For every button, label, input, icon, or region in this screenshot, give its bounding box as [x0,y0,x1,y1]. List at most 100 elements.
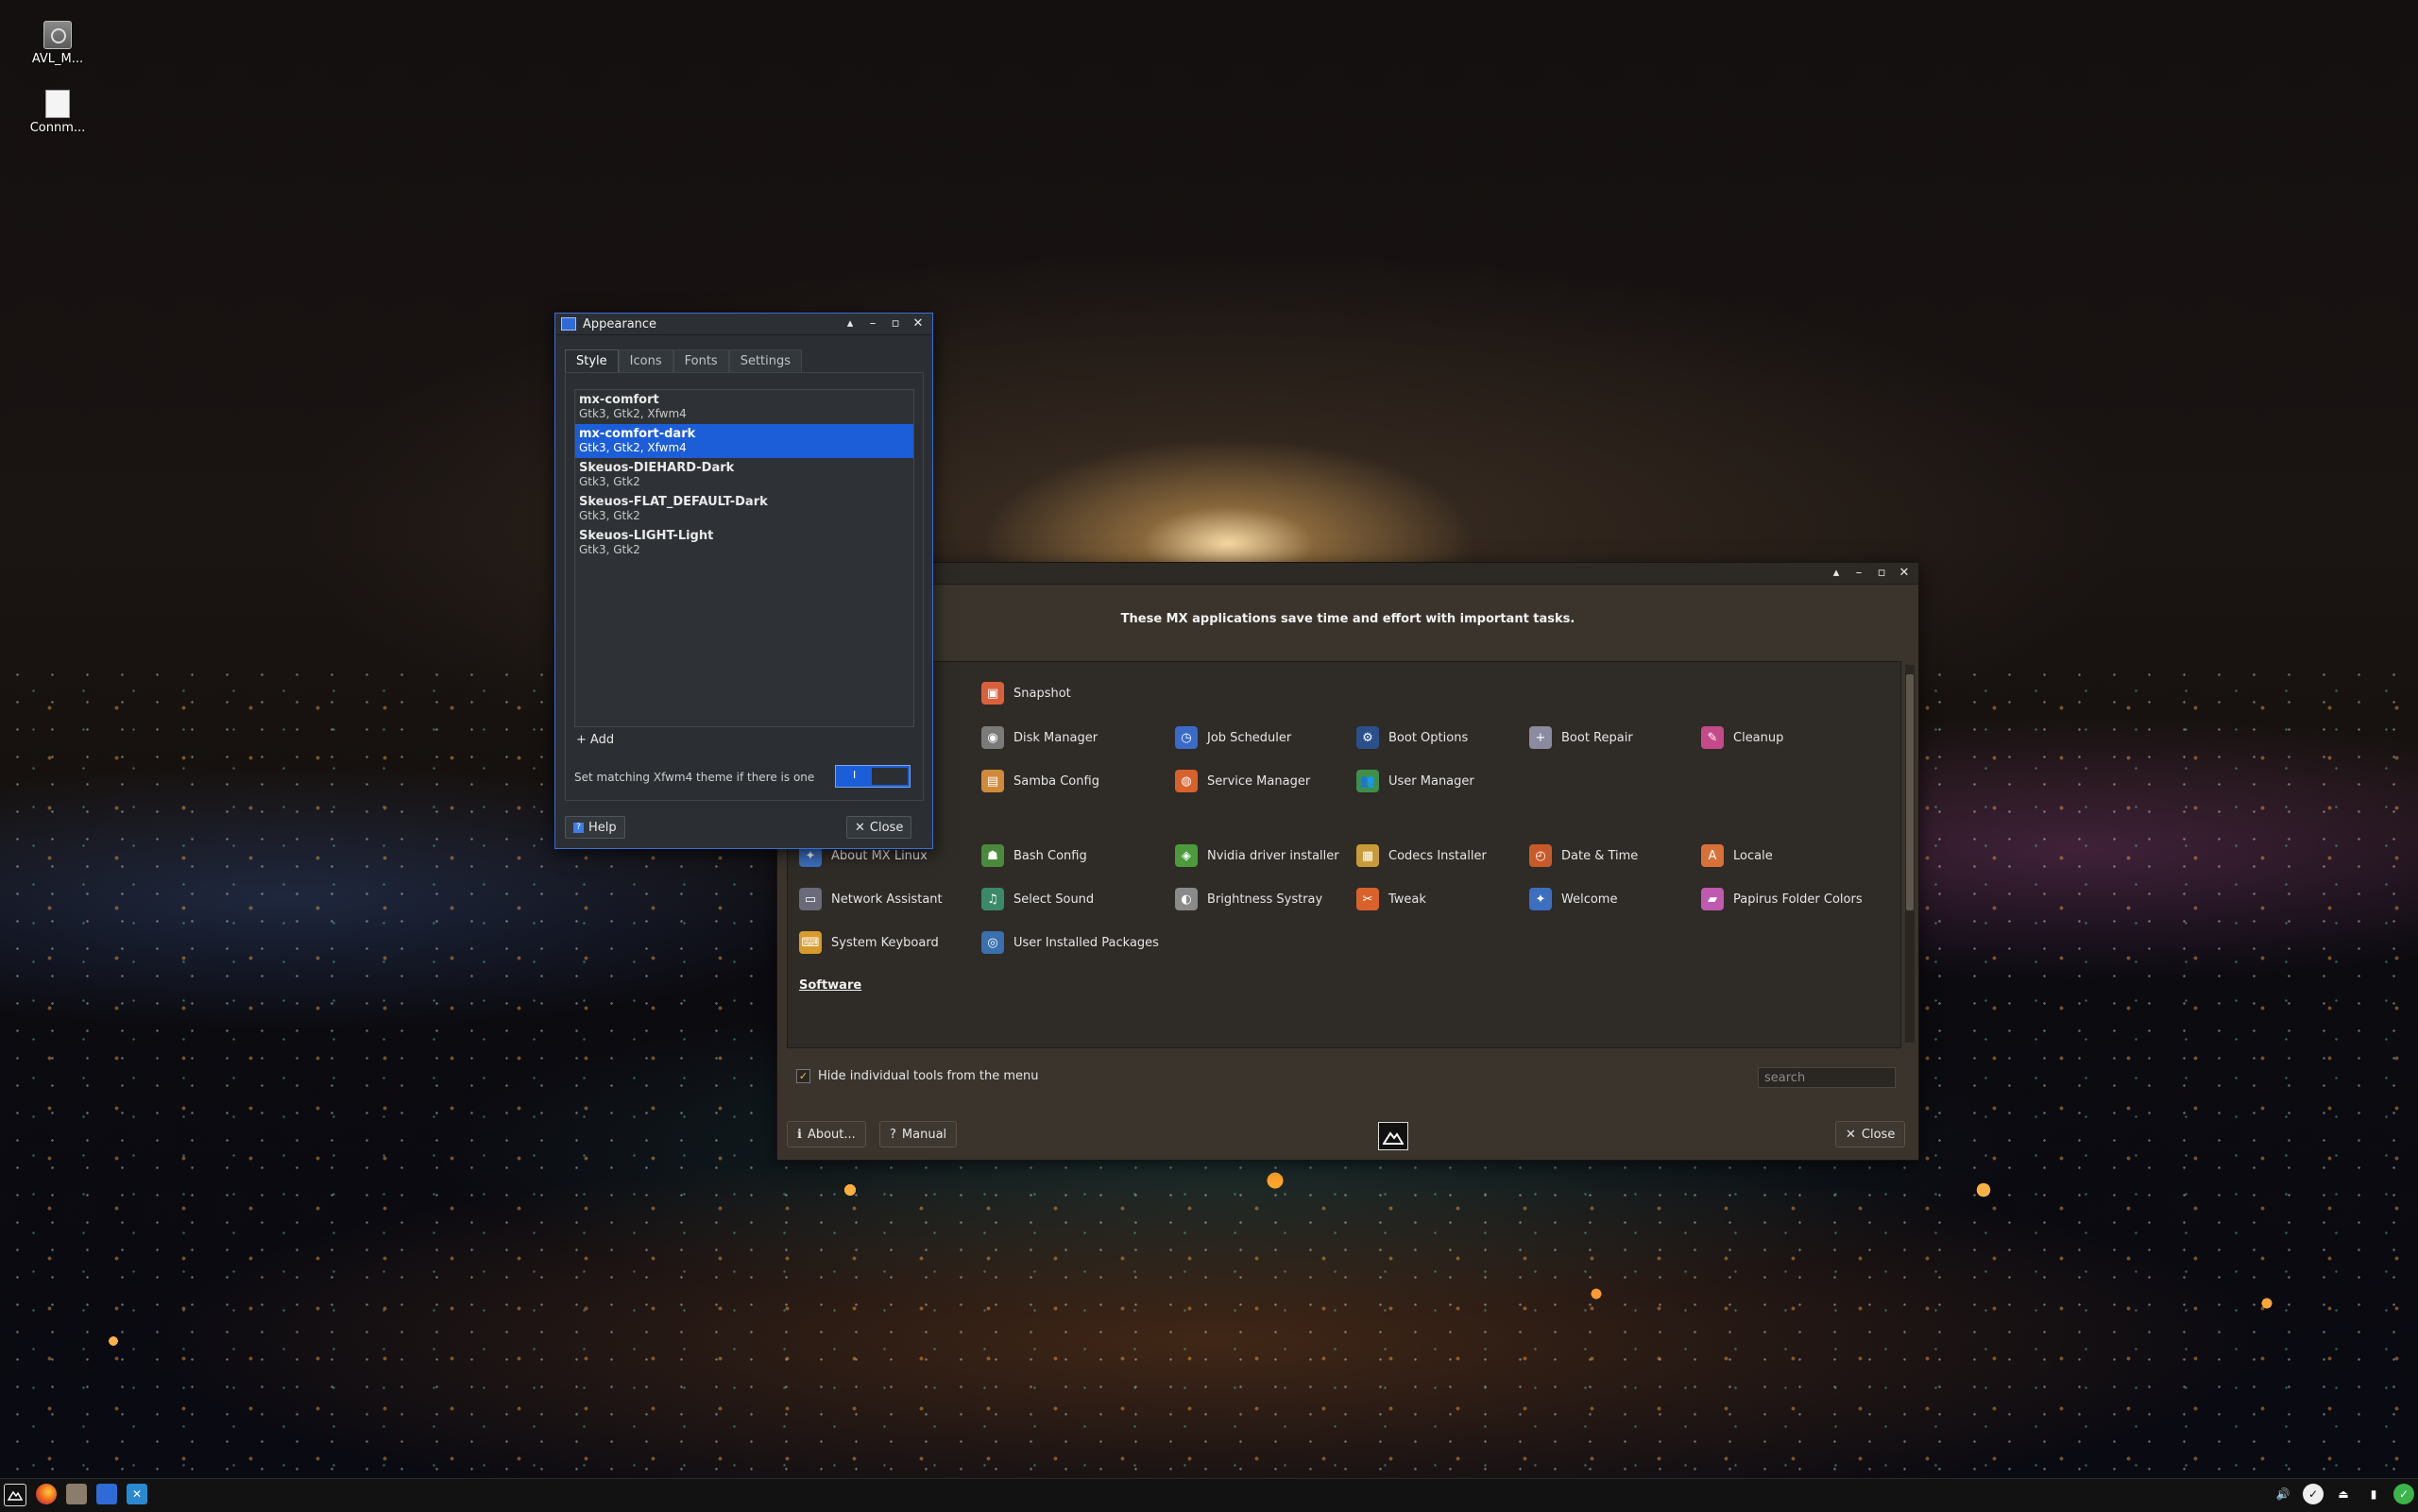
job-scheduler-icon: ◷ [1175,726,1198,749]
appearance-window: Appearance ▴ – ▫ ✕ Style Icons Fonts Set… [554,313,933,849]
nvidia-driver-installer-icon: ◈ [1175,844,1198,867]
mx-tools-task-icon[interactable]: ✕ [127,1484,147,1504]
question-icon: ? [890,1127,896,1142]
bash-config-icon: ☗ [981,844,1004,867]
mx-tools-titlebar[interactable]: ▴ – ▫ ✕ [777,563,1918,585]
tool-item-label: Samba Config [1013,773,1099,789]
search-input[interactable]: search [1758,1067,1896,1088]
tool-item-disk-manager[interactable]: ◉ Disk Manager [981,725,1098,750]
tool-item-label: Date & Time [1561,848,1639,863]
tool-item-label: Boot Options [1388,730,1469,745]
hide-tools-checkbox[interactable]: ✓ [796,1069,810,1083]
tool-item-boot-repair[interactable]: + Boot Repair [1529,725,1633,750]
add-theme-button[interactable]: + Add [576,733,614,747]
file-manager-icon[interactable] [66,1484,87,1504]
tool-item-system-keyboard[interactable]: ⌨ System Keyboard [799,930,939,955]
network-icon[interactable]: ✓ [2393,1484,2414,1504]
appearance-close-button[interactable]: ✕ Close [846,816,912,839]
boot-repair-icon: + [1529,726,1552,749]
firefox-icon[interactable] [36,1484,57,1504]
tool-item-label: Snapshot [1013,686,1071,701]
theme-item-skeuos-flat-default-dark[interactable]: Skeuos-FLAT_DEFAULT-Dark Gtk3, Gtk2 [575,492,913,526]
about-button[interactable]: ℹ About... [787,1121,866,1147]
mx-tools-window: ▴ – ▫ ✕ These MX applications save time … [776,562,1919,1161]
volume-icon[interactable]: 🔊 [2273,1484,2293,1504]
hide-tools-label: Hide individual tools from the menu [818,1069,1039,1083]
tool-item-label: Locale [1733,848,1773,863]
brightness-systray-icon: ◐ [1175,888,1198,910]
info-icon: ℹ [797,1127,802,1142]
minimize-icon[interactable]: – [864,315,881,332]
maximize-icon[interactable]: ▫ [887,315,904,332]
theme-item-skeuos-diehard-dark[interactable]: Skeuos-DIEHARD-Dark Gtk3, Gtk2 [575,458,913,492]
desktop-icon-label: AVL_M... [31,52,84,66]
tool-item-label: Tweak [1388,892,1426,907]
hide-tools-row[interactable]: ✓ Hide individual tools from the menu [796,1069,1039,1083]
tool-item-select-sound[interactable]: ♫ Select Sound [981,887,1094,911]
papirus-folder-colors-icon: ▰ [1701,888,1724,910]
service-manager-icon: ◍ [1175,770,1198,792]
tool-item-cleanup[interactable]: ✎ Cleanup [1701,725,1783,750]
tool-item-service-manager[interactable]: ◍ Service Manager [1175,769,1310,793]
tool-item-samba-config[interactable]: ▤ Samba Config [981,769,1099,793]
cleanup-icon: ✎ [1701,726,1724,749]
help-icon: ? [573,822,584,833]
tab-style[interactable]: Style [565,349,619,373]
updater-icon[interactable]: ✓ [2303,1484,2324,1504]
help-button[interactable]: ? Help [565,816,625,839]
tool-item-locale[interactable]: A Locale [1701,843,1773,868]
shade-icon[interactable]: ▴ [1828,565,1845,582]
taskbar: ✕ 🔊 ✓ ⏏ ▮ ✓ [0,1478,2418,1512]
tab-icons[interactable]: Icons [618,349,673,373]
tool-item-job-scheduler[interactable]: ◷ Job Scheduler [1175,725,1291,750]
tool-item-brightness-systray[interactable]: ◐ Brightness Systray [1175,887,1322,911]
maximize-icon[interactable]: ▫ [1873,565,1890,582]
theme-item-skeuos-light-light[interactable]: Skeuos-LIGHT-Light Gtk3, Gtk2 [575,526,913,560]
tool-item-user-manager[interactable]: 👥 User Manager [1356,769,1474,793]
system-keyboard-icon: ⌨ [799,931,822,954]
toggle-on-mark: I [853,769,857,781]
tab-settings[interactable]: Settings [728,349,803,373]
tool-item-snapshot[interactable]: ▣ Snapshot [981,681,1071,705]
tool-item-user-installed-packages[interactable]: ◎ User Installed Packages [981,930,1159,955]
desktop-icon-avl[interactable]: AVL_M... [25,21,91,66]
eject-icon[interactable]: ⏏ [2333,1484,2354,1504]
tool-item-bash-config[interactable]: ☗ Bash Config [981,843,1087,868]
tool-item-tweak[interactable]: ✂ Tweak [1356,887,1426,911]
tab-fonts[interactable]: Fonts [673,349,729,373]
document-icon [45,90,70,118]
window-title: Appearance [583,316,657,331]
appearance-task-icon[interactable] [96,1484,117,1504]
tool-item-date-time[interactable]: ◴ Date & Time [1529,843,1638,868]
mx-tools-scrollbar[interactable] [1905,665,1915,1043]
battery-icon[interactable]: ▮ [2363,1484,2384,1504]
mx-close-button[interactable]: ✕ Close [1835,1121,1906,1147]
codecs-installer-icon: ▦ [1356,844,1379,867]
close-icon: ✕ [855,820,865,835]
close-icon[interactable]: ✕ [910,315,927,332]
tool-item-papirus-folder-colors[interactable]: ▰ Papirus Folder Colors [1701,887,1863,911]
select-sound-icon: ♫ [981,888,1004,910]
tool-item-network-assistant[interactable]: ▭ Network Assistant [799,887,943,911]
minimize-icon[interactable]: – [1850,565,1867,582]
desktop-icon-connm[interactable]: Connm... [25,90,91,135]
theme-item-mx-comfort-dark[interactable]: mx-comfort-dark Gtk3, Gtk2, Xfwm4 [575,424,913,458]
tool-item-codecs-installer[interactable]: ▦ Codecs Installer [1356,843,1487,868]
tool-item-welcome[interactable]: ✦ Welcome [1529,887,1617,911]
category-software: Software [799,978,862,993]
network-assistant-icon: ▭ [799,888,822,910]
user-installed-packages-icon: ◎ [981,931,1004,954]
tool-item-label: Codecs Installer [1388,848,1487,863]
theme-item-mx-comfort[interactable]: mx-comfort Gtk3, Gtk2, Xfwm4 [575,390,913,424]
match-xfwm4-toggle[interactable]: I [835,765,911,788]
shade-icon[interactable]: ▴ [842,315,859,332]
tool-item-label: Papirus Folder Colors [1733,892,1863,907]
manual-button[interactable]: ? Manual [879,1121,958,1147]
appearance-titlebar[interactable]: Appearance ▴ – ▫ ✕ [555,314,932,335]
snapshot-icon: ▣ [981,682,1004,705]
tool-item-nvidia-driver-installer[interactable]: ◈ Nvidia driver installer [1175,843,1339,868]
close-icon[interactable]: ✕ [1896,565,1913,582]
tool-item-label: User Installed Packages [1013,935,1159,950]
mx-menu-icon[interactable] [4,1484,26,1506]
tool-item-boot-options[interactable]: ⚙ Boot Options [1356,725,1468,750]
